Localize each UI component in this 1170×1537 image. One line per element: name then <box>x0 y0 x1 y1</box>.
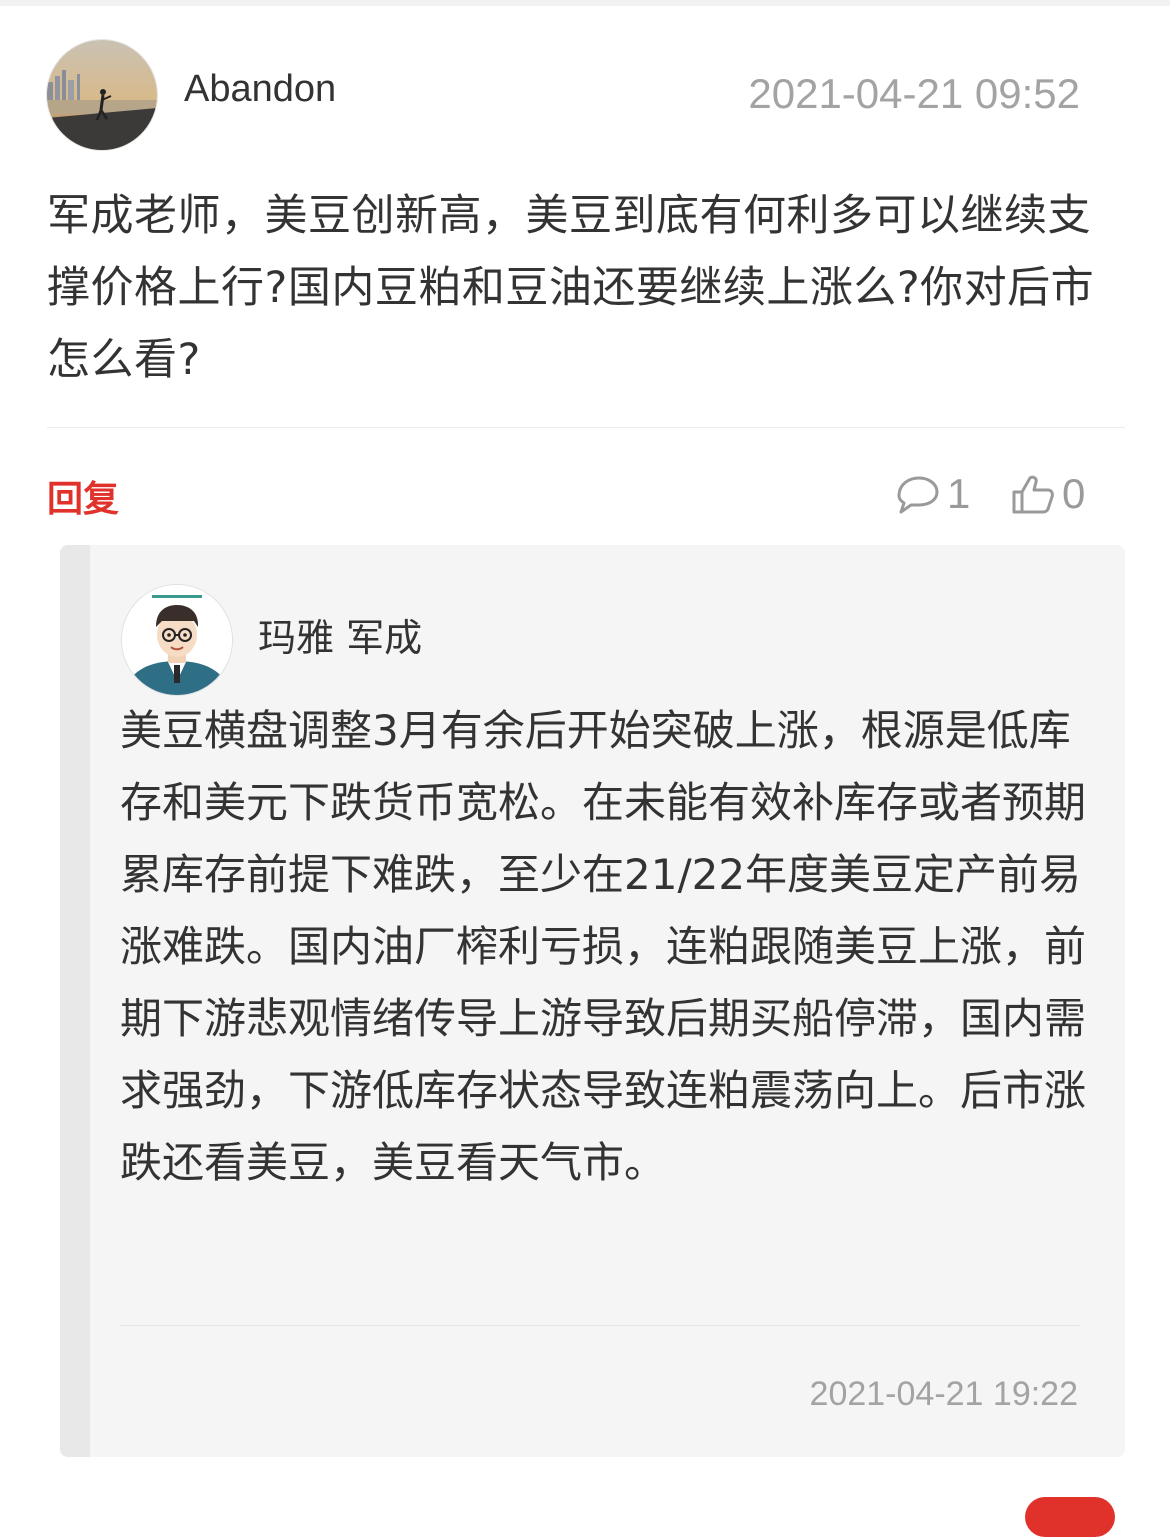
reply-button[interactable]: 回复 <box>47 470 119 522</box>
divider <box>47 427 1125 428</box>
reply-quote-bar <box>60 545 90 1457</box>
user-avatar[interactable] <box>47 40 157 150</box>
comment-header: Abandon 2021-04-21 09:52 <box>47 40 1127 150</box>
floating-action-button[interactable] <box>1025 1497 1115 1537</box>
like-button[interactable]: 0 <box>1010 470 1085 518</box>
top-strip <box>0 0 1170 6</box>
comment-text: 军成老师，美豆创新高，美豆到底有何利多可以继续支撑价格上行?国内豆粕和豆油还要继… <box>47 191 1095 385</box>
reply-user-avatar[interactable] <box>122 585 232 695</box>
reply-timestamp: 2021-04-21 19:22 <box>809 1375 1078 1413</box>
reply-divider <box>120 1325 1080 1326</box>
comment-count: 1 <box>947 470 971 517</box>
comment-bubble-icon <box>897 476 939 514</box>
comment-timestamp: 2021-04-21 09:52 <box>748 70 1080 117</box>
thumbs-up-icon <box>1012 475 1054 514</box>
reply-text: 美豆横盘调整3月有余后开始突破上涨，根源是低库存和美元下跌货币宽松。在未能有效补… <box>120 706 1087 1187</box>
avatar-photo-icon <box>47 40 157 150</box>
comment-count-button[interactable]: 1 <box>893 470 970 518</box>
reply-card: 玛雅 军成 美豆横盘调整3月有余后开始突破上涨，根源是低库存和美元下跌货币宽松。… <box>60 545 1125 1457</box>
reply-username[interactable]: 玛雅 军成 <box>258 607 422 662</box>
avatar-cartoon-icon <box>122 585 232 695</box>
like-count: 0 <box>1062 470 1086 517</box>
username[interactable]: Abandon <box>184 68 336 111</box>
